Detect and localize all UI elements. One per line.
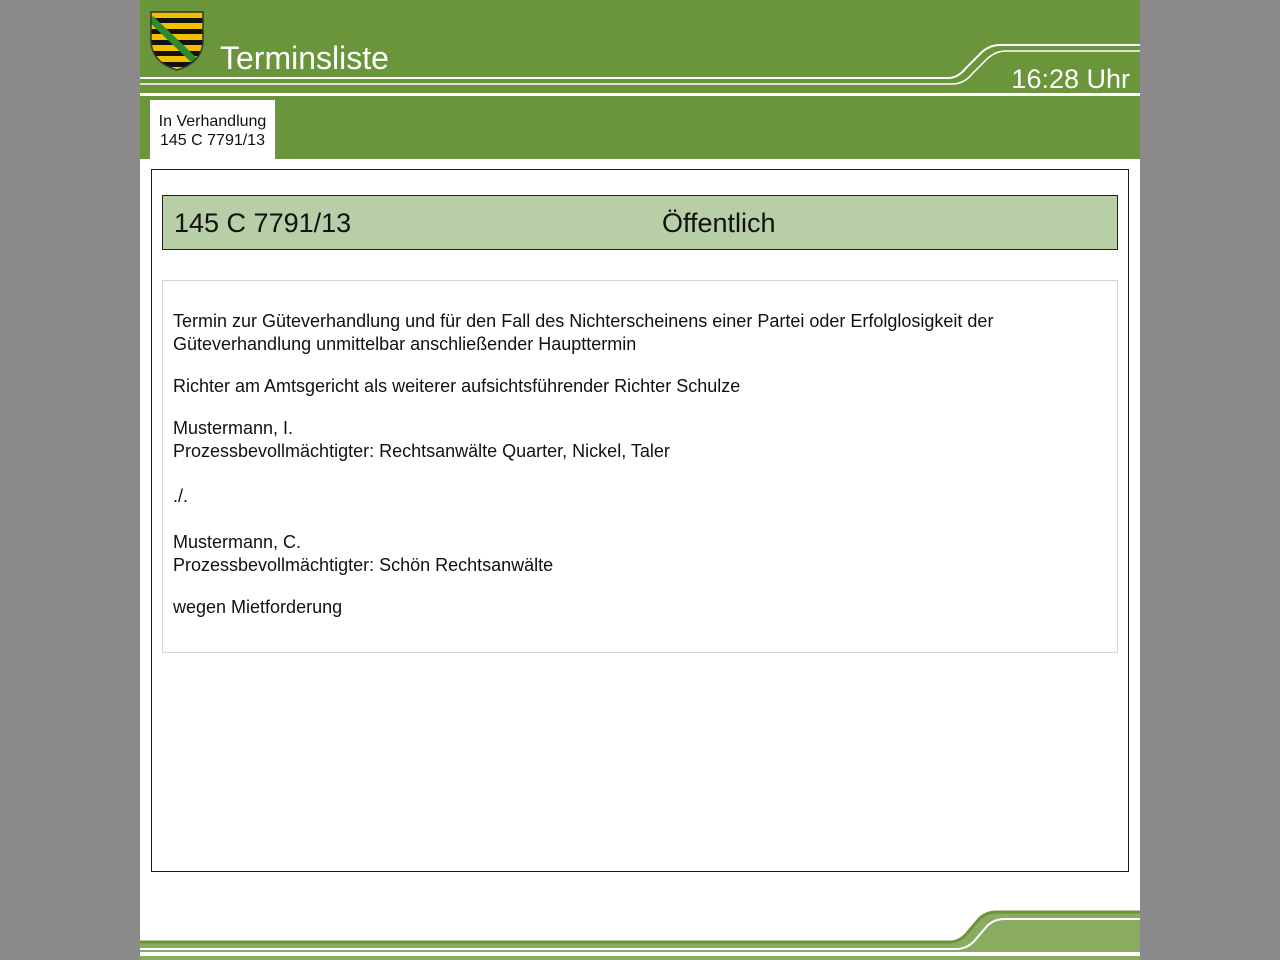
party-separator: ./. (173, 486, 189, 506)
case-number: 145 C 7791/13 (174, 208, 352, 238)
case-subject: wegen Mietforderung (173, 597, 343, 617)
case-status: Öffentlich (662, 208, 776, 238)
tab-case-number: 145 C 7791/13 (160, 132, 265, 149)
case-details: Termin zur Güteverhandlung und für den F… (162, 280, 1118, 653)
plaintiff-representative: Prozessbevollmächtigter: Rechtsanwälte Q… (173, 441, 670, 461)
footer-decoration (140, 910, 1140, 960)
hearing-type: Termin zur Güteverhandlung und für den F… (173, 311, 994, 354)
case-header-bar: 145 C 7791/13 Öffentlich (162, 195, 1118, 250)
tab-strip: In Verhandlung 145 C 7791/13 (140, 100, 1140, 159)
page: Terminsliste 16:28 Uhr In Verhandlung 14… (140, 0, 1140, 960)
defendant-block: Mustermann, C. Prozessbevollmächtigter: … (173, 531, 1107, 577)
judge: Richter am Amtsgericht als weiterer aufs… (173, 376, 741, 396)
defendant-name: Mustermann, C. (173, 532, 302, 552)
case-detail-panel: 145 C 7791/13 Öffentlich Termin zur Güte… (151, 169, 1129, 872)
tab-status-label: In Verhandlung (158, 113, 267, 130)
plaintiff-block: Mustermann, I. Prozessbevollmächtigter: … (173, 417, 1107, 463)
saxony-coat-of-arms-logo (150, 11, 204, 71)
plaintiff-name: Mustermann, I. (173, 418, 294, 438)
clock-display: 16:28 Uhr (1011, 64, 1130, 94)
app-title: Terminsliste (220, 40, 389, 76)
tab-in-verhandlung[interactable]: In Verhandlung 145 C 7791/13 (150, 100, 275, 159)
defendant-representative: Prozessbevollmächtigter: Schön Rechtsanw… (173, 555, 554, 575)
header-bar: Terminsliste 16:28 Uhr (140, 0, 1140, 100)
